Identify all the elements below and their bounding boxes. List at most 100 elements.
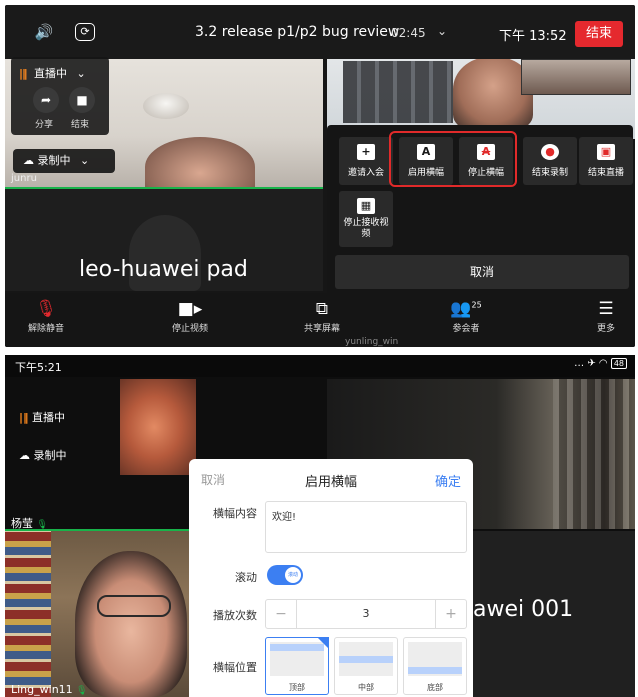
- video-tile-pip[interactable]: [521, 59, 631, 95]
- toolbar-label: 参会者: [452, 324, 480, 334]
- toggle-knob: 滚动: [285, 567, 301, 583]
- recording-label: 录制中: [33, 449, 67, 462]
- scroll-toggle[interactable]: 滚动: [267, 565, 303, 585]
- live-label: 直播中: [32, 411, 66, 424]
- tile-participant-name: awei 001: [473, 597, 574, 622]
- meeting-title[interactable]: 3.2 release p1/p2 bug review: [195, 24, 399, 40]
- banner-buttons-highlight: [389, 131, 517, 187]
- position-label: 底部: [427, 683, 443, 692]
- decrement-button[interactable]: −: [266, 600, 296, 628]
- banner-position-label: 横幅位置: [213, 661, 257, 674]
- stop-icon[interactable]: ■: [69, 87, 95, 113]
- share-label: 分享: [35, 120, 54, 130]
- ceiling-lamp: [143, 93, 189, 119]
- play-count-label: 播放次数: [213, 609, 257, 622]
- unmute-button[interactable]: 🎙 解除静音: [11, 299, 81, 334]
- status-bar: 下午5:21 … ✈ ◠ 48: [5, 355, 635, 377]
- add-user-icon: +: [357, 144, 375, 160]
- meeting-screen-phone: 下午5:21 … ✈ ◠ 48 |‖ 直播中 ☁ 录制中 杨莹 🎙 Ling_w…: [5, 355, 635, 697]
- position-label: 中部: [358, 683, 374, 692]
- invite-button[interactable]: + 邀请入会: [339, 137, 393, 185]
- preview-bar: [270, 644, 324, 651]
- play-count-value[interactable]: 3: [296, 600, 436, 628]
- live-label: 直播中: [34, 67, 68, 80]
- participant-name-yang: 杨莹 🎙: [11, 517, 48, 530]
- mic-muted-icon: 🎙: [35, 299, 57, 319]
- battery-icon: 48: [610, 358, 627, 369]
- mic-icon: 🎙: [76, 686, 88, 696]
- cloud-icon: ☁: [23, 154, 34, 167]
- end-meeting-button[interactable]: 结束: [575, 21, 623, 47]
- meeting-timer: 02:45: [391, 26, 426, 40]
- live-bars-icon: |‖: [19, 411, 29, 424]
- check-icon: [317, 637, 329, 649]
- meeting-bottom-toolbar: 🎙 解除静音 ■▸ 停止视频 ⧉ 共享屏幕 👥25 参会者 ☰ 更多: [5, 293, 635, 347]
- live-control-panel: |‖ 直播中 ⌄ ➦ ■ 分享 结束: [11, 57, 109, 135]
- recording-status[interactable]: ☁ 录制中: [19, 447, 67, 463]
- chevron-down-icon: ⌄: [80, 154, 90, 167]
- action-label: 结束直播: [587, 168, 624, 178]
- increment-button[interactable]: +: [436, 600, 466, 628]
- banner-content-input[interactable]: 欢迎!: [265, 501, 467, 553]
- clock: 下午 13:52: [499, 29, 567, 44]
- more-button[interactable]: ☰ 更多: [571, 299, 635, 334]
- bookshelf: [5, 531, 51, 697]
- mic-icon: 🎙: [36, 520, 48, 530]
- chevron-down-icon[interactable]: ⌄: [437, 24, 447, 38]
- stop-video-button[interactable]: ■▸ 停止视频: [155, 299, 225, 334]
- preview: [270, 642, 324, 676]
- record-stop-icon: ●: [541, 144, 559, 160]
- status-icons: … ✈ ◠ 48: [574, 358, 627, 369]
- dialog-title: 启用横幅: [304, 475, 357, 490]
- cancel-button[interactable]: 取消: [335, 255, 629, 289]
- live-status[interactable]: |‖ 直播中: [19, 409, 65, 425]
- curtain: [553, 379, 635, 529]
- recording-label: 录制中: [37, 154, 71, 167]
- video-tile-yang[interactable]: [120, 379, 196, 475]
- speaker-icon[interactable]: 🔊: [33, 23, 55, 41]
- participants-button[interactable]: 👥25 参会者: [431, 299, 501, 334]
- stop-label: 结束: [71, 120, 90, 130]
- meeting-top-bar: 🔊 ⟳ 3.2 release p1/p2 bug review 02:45 ⌄…: [5, 5, 635, 59]
- preview-bar: [408, 667, 462, 674]
- action-label: 邀请入会: [347, 168, 384, 178]
- glasses: [97, 595, 171, 617]
- banner-content-label: 横幅内容: [213, 507, 257, 520]
- stop-receive-video-button[interactable]: ▦ 停止接收视频: [339, 191, 393, 247]
- dialog-confirm-button[interactable]: 确定: [435, 471, 461, 490]
- preview: [339, 642, 393, 676]
- toolbar-label: 更多: [596, 324, 615, 334]
- position-top-option[interactable]: 顶部: [265, 637, 329, 695]
- signal-icon: … ✈ ◠: [574, 358, 608, 369]
- live-status[interactable]: |‖ 直播中 ⌄: [19, 65, 86, 81]
- status-time: 下午5:21: [15, 361, 62, 374]
- share-screen-icon: ⧉: [315, 299, 329, 319]
- end-live-button[interactable]: ▣ 结束直播: [579, 137, 633, 185]
- position-middle-option[interactable]: 中部: [334, 637, 398, 695]
- position-label: 顶部: [289, 683, 305, 692]
- office-chairs: [343, 61, 453, 123]
- video-camera-icon: ■▸: [177, 299, 203, 319]
- switch-camera-icon[interactable]: ⟳: [75, 23, 95, 41]
- meeting-screen-tablet: 🔊 ⟳ 3.2 release p1/p2 bug review 02:45 ⌄…: [5, 5, 635, 347]
- end-recording-button[interactable]: ● 结束录制: [523, 137, 577, 185]
- participant-name-ling: Ling_win11 🎙: [11, 683, 88, 696]
- share-screen-button[interactable]: ⧉ 共享屏幕: [287, 299, 357, 334]
- toolbar-label: 解除静音: [27, 324, 64, 334]
- live-bars-icon: |‖: [19, 67, 27, 80]
- toolbar-label: 停止视频: [171, 324, 208, 334]
- tile-participant-name: leo-huawei pad: [79, 257, 248, 282]
- live-stop-icon: ▣: [597, 144, 615, 160]
- share-icon[interactable]: ➦: [33, 87, 59, 113]
- video-receive-off-icon: ▦: [357, 198, 375, 214]
- enable-banner-dialog: 取消 启用横幅 确定 横幅内容 欢迎! 滚动 滚动 播放次数 − 3 + 横幅位…: [189, 459, 473, 697]
- participant-count: 25: [471, 300, 482, 310]
- participant-woman: [75, 551, 187, 697]
- participant-nickname: junru: [11, 173, 37, 184]
- recording-status[interactable]: ☁ 录制中 ⌄: [13, 149, 115, 173]
- position-bottom-option[interactable]: 底部: [403, 637, 467, 695]
- scroll-label: 滚动: [235, 571, 257, 584]
- preview: [408, 642, 462, 676]
- action-label: 停止接收视频: [343, 218, 389, 239]
- action-label: 结束录制: [531, 168, 568, 178]
